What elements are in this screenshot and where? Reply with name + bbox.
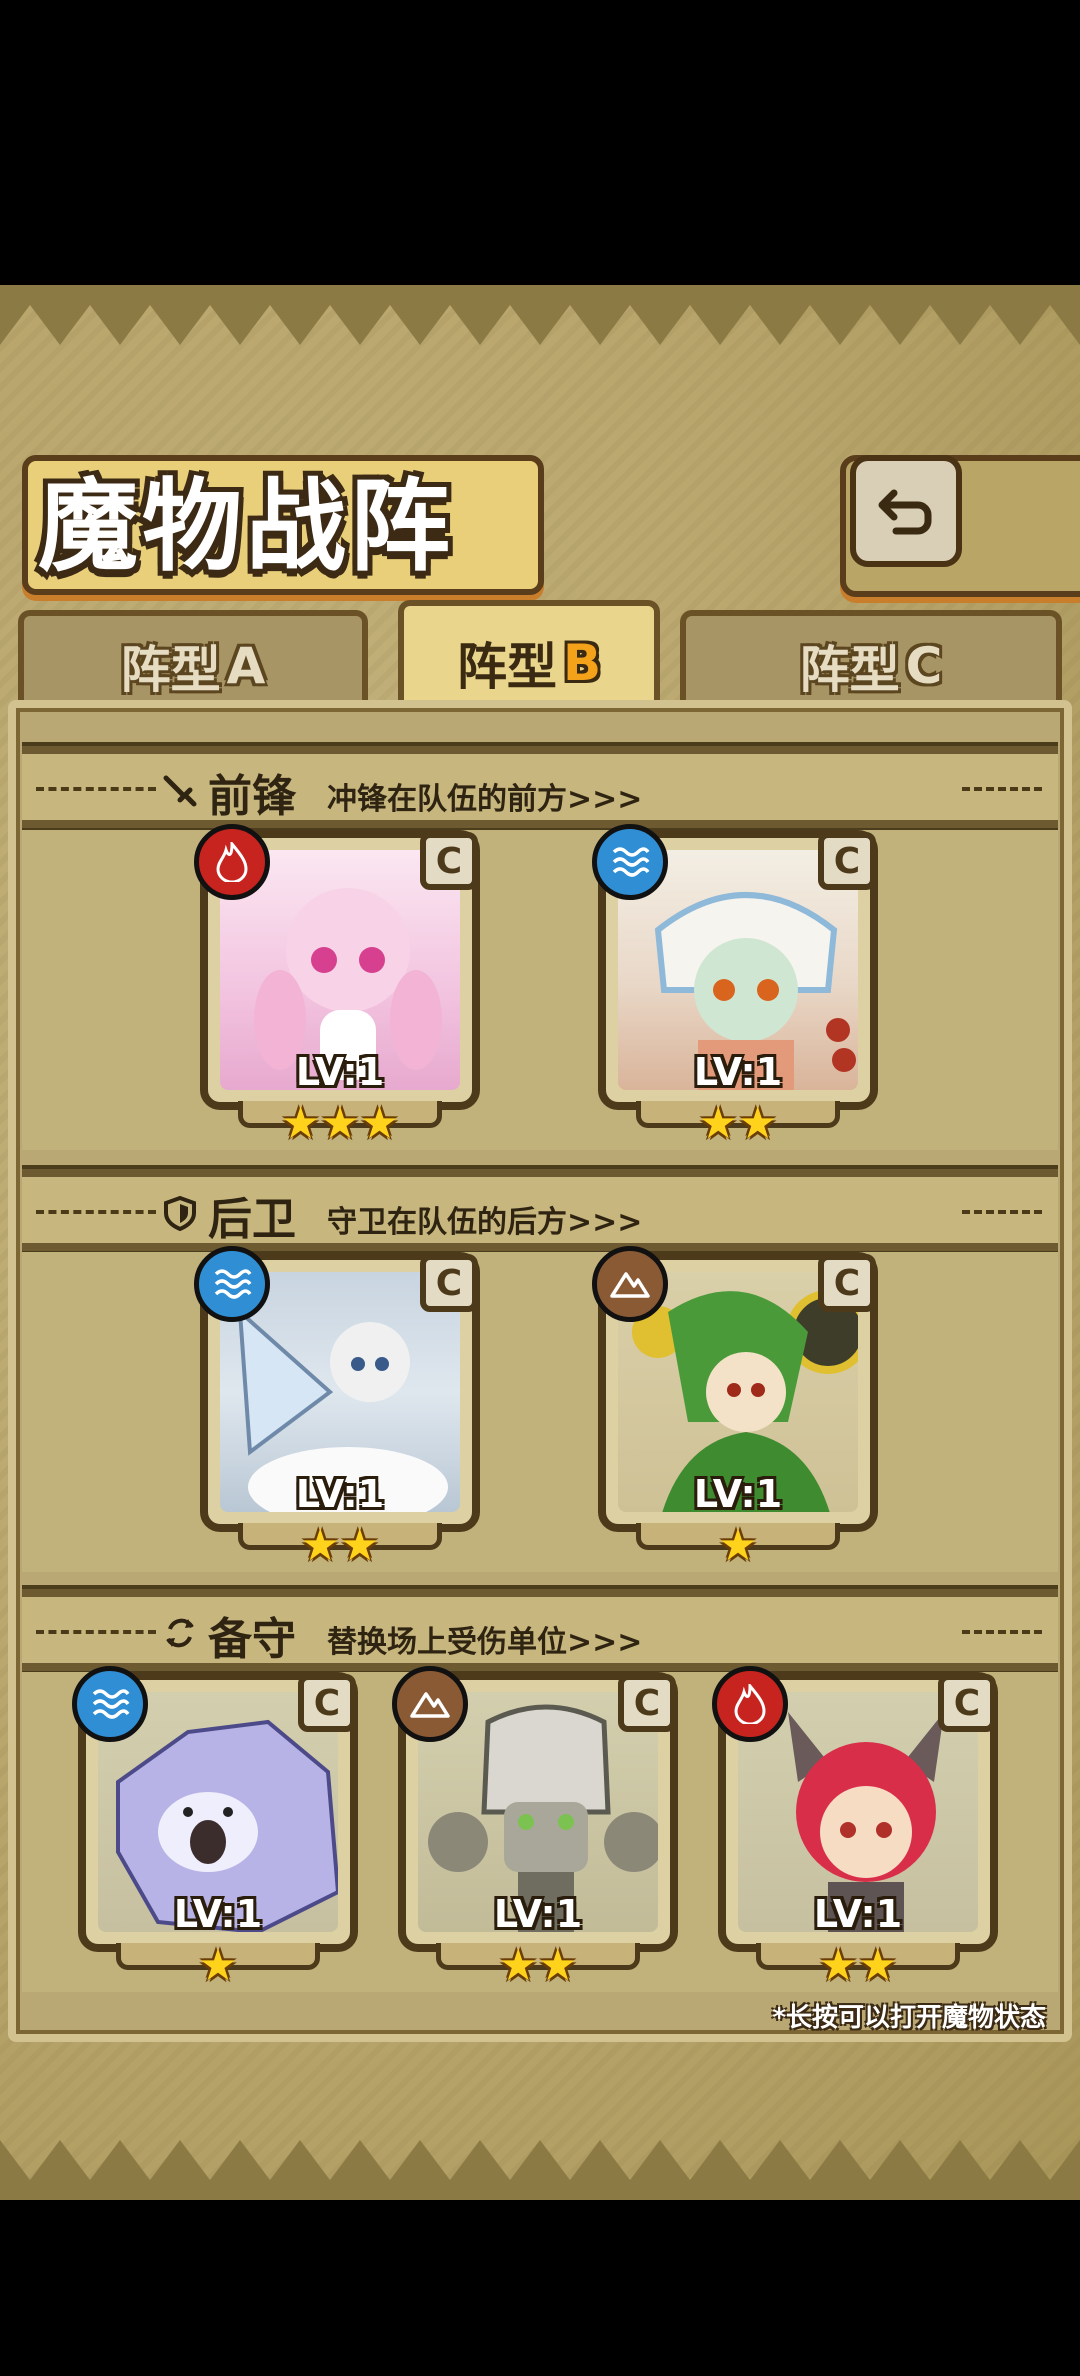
fire-element-icon: [194, 824, 270, 900]
monster-card-rear-2[interactable]: C LV:1 ★: [592, 1246, 878, 1568]
monster-level: LV:1: [295, 1050, 385, 1094]
page-title: 魔物战阵: [38, 467, 454, 585]
return-arrow-icon: [878, 489, 932, 535]
water-element-icon: [194, 1246, 270, 1322]
water-element-icon: [592, 824, 668, 900]
sword-icon: [163, 775, 197, 807]
star-rating: ★: [718, 1520, 758, 1571]
torn-edge-bottom: [0, 2140, 1080, 2200]
tab-letter: A: [226, 636, 266, 695]
grade-badge: C: [298, 1674, 356, 1732]
grade-badge: C: [420, 1254, 478, 1312]
section-header-reserve: 备守 替换场上受伤单位>>>: [22, 1585, 1058, 1675]
monster-level: LV:1: [295, 1472, 385, 1516]
water-element-icon: [72, 1666, 148, 1742]
star-rating: ★★: [698, 1098, 778, 1149]
section-title: 后卫: [208, 1194, 296, 1245]
grade-badge: C: [420, 832, 478, 890]
star-rating: ★★★: [280, 1098, 400, 1149]
monster-level: LV:1: [493, 1892, 583, 1936]
fire-element-icon: [712, 1666, 788, 1742]
monster-level: LV:1: [693, 1050, 783, 1094]
section-desc: 守卫在队伍的后方>>>: [327, 1205, 643, 1240]
earth-element-icon: [392, 1666, 468, 1742]
tab-label: 阵型: [120, 640, 221, 699]
grade-badge: C: [618, 1674, 676, 1732]
grade-badge: C: [938, 1674, 996, 1732]
star-rating: ★★: [818, 1940, 898, 1991]
rear-row: [22, 1252, 1058, 1572]
monster-card-reserve-2[interactable]: C LV:1 ★★: [392, 1666, 678, 1988]
tab-letter: C: [905, 636, 943, 695]
back-button[interactable]: [850, 455, 962, 567]
section-desc: 冲锋在队伍的前方>>>: [327, 782, 643, 817]
monster-level: LV:1: [693, 1472, 783, 1516]
grade-badge: C: [818, 1254, 876, 1312]
front-row: [22, 830, 1058, 1150]
shield-icon: [164, 1195, 196, 1231]
grade-badge: C: [818, 832, 876, 890]
monster-level: LV:1: [813, 1892, 903, 1936]
star-rating: ★★: [300, 1520, 380, 1571]
monster-card-front-1[interactable]: C LV:1 ★★★: [194, 824, 480, 1146]
star-rating: ★★: [498, 1940, 578, 1991]
section-title: 备守: [208, 1614, 296, 1665]
long-press-hint: *长按可以打开魔物状态: [772, 2003, 1046, 2033]
torn-edge-top: [0, 285, 1080, 345]
monster-card-front-2[interactable]: C LV:1 ★★: [592, 824, 878, 1146]
section-header-front: 前锋 冲锋在队伍的前方>>>: [22, 742, 1058, 832]
tab-label: 阵型: [799, 640, 900, 699]
monster-card-reserve-1[interactable]: C LV:1 ★: [72, 1666, 358, 1988]
section-title: 前锋: [208, 771, 296, 822]
section-header-rear: 后卫 守卫在队伍的后方>>>: [22, 1165, 1058, 1255]
tab-letter: B: [562, 634, 602, 692]
earth-element-icon: [592, 1246, 668, 1322]
monster-card-reserve-3[interactable]: C LV:1 ★★: [712, 1666, 998, 1988]
swap-icon: [166, 1618, 194, 1648]
monster-card-rear-1[interactable]: C LV:1 ★★: [194, 1246, 480, 1568]
monster-level: LV:1: [173, 1892, 263, 1936]
section-desc: 替换场上受伤单位>>>: [327, 1625, 643, 1660]
star-rating: ★: [198, 1940, 238, 1991]
tab-label: 阵型: [456, 638, 557, 696]
